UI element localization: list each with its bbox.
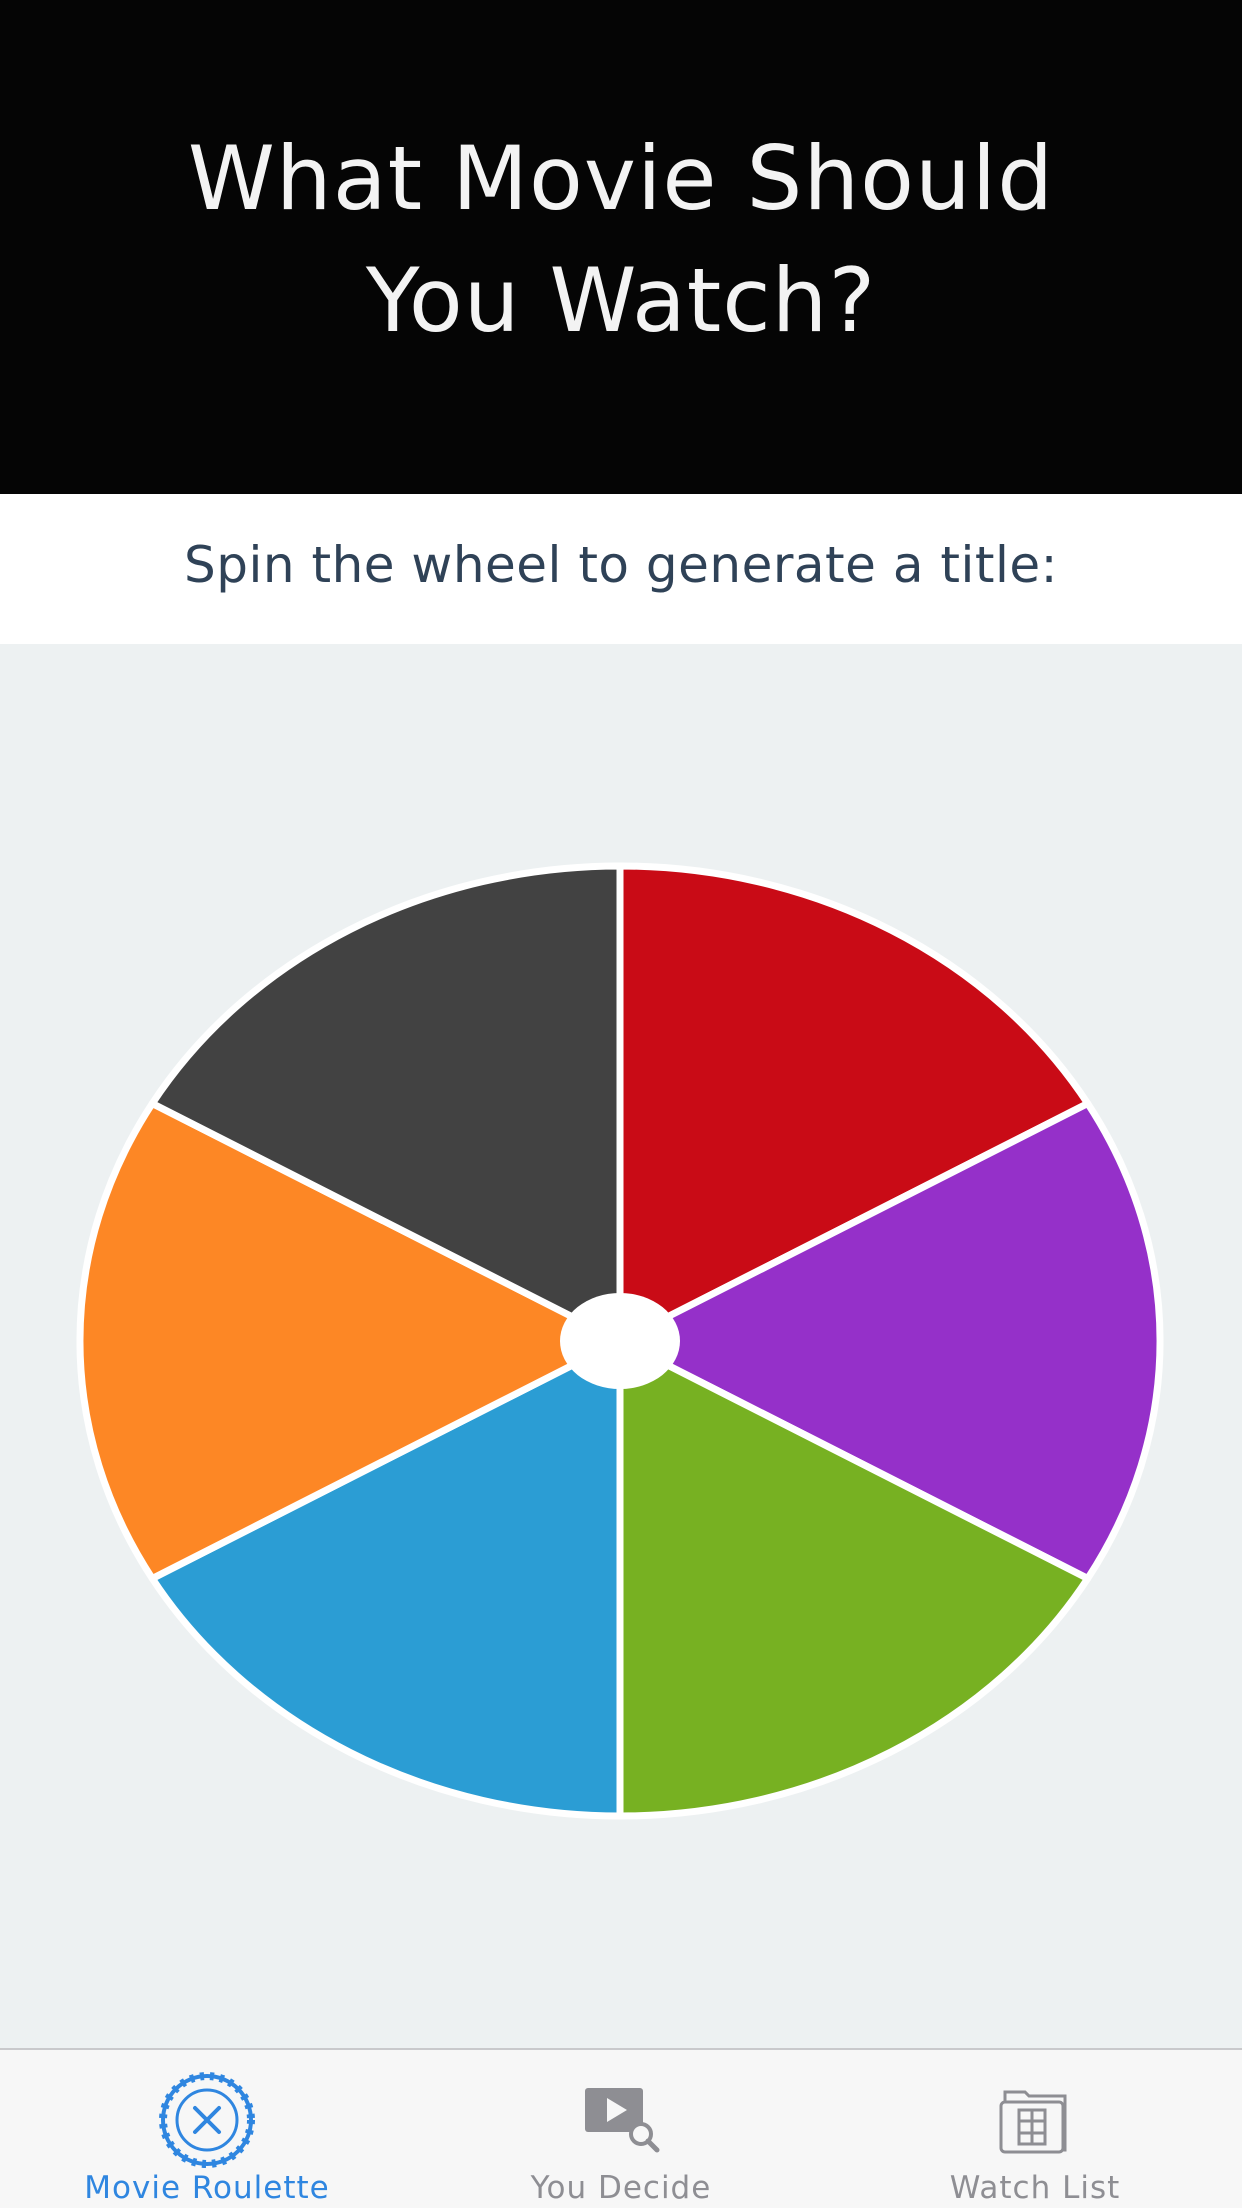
roulette-icon (159, 2072, 255, 2168)
instruction-text: Spin the wheel to generate a title: (184, 536, 1058, 594)
wheel-hub[interactable] (560, 1293, 680, 1389)
instruction-bar: Spin the wheel to generate a title: (0, 494, 1242, 644)
tab-label: Movie Roulette (84, 2170, 330, 2206)
header-banner: What Movie Should You Watch? (0, 0, 1242, 494)
tab-bar: Movie Roulette You Decide Watch List (0, 2048, 1242, 2208)
video-search-icon (585, 2088, 660, 2153)
wheel-stage (0, 644, 1242, 2048)
app-screen: What Movie Should You Watch? Spin the wh… (0, 0, 1242, 2208)
tab-movie-roulette[interactable]: Movie Roulette (0, 2050, 414, 2208)
page-title: What Movie Should You Watch? (187, 127, 1055, 352)
tab-label: You Decide (530, 2170, 712, 2206)
tab-watch-list[interactable]: Watch List (828, 2050, 1242, 2208)
tab-you-decide[interactable]: You Decide (414, 2050, 828, 2208)
tab-label: Watch List (949, 2170, 1121, 2206)
film-folder-icon (999, 2090, 1067, 2154)
roulette-wheel[interactable] (0, 644, 1242, 2048)
